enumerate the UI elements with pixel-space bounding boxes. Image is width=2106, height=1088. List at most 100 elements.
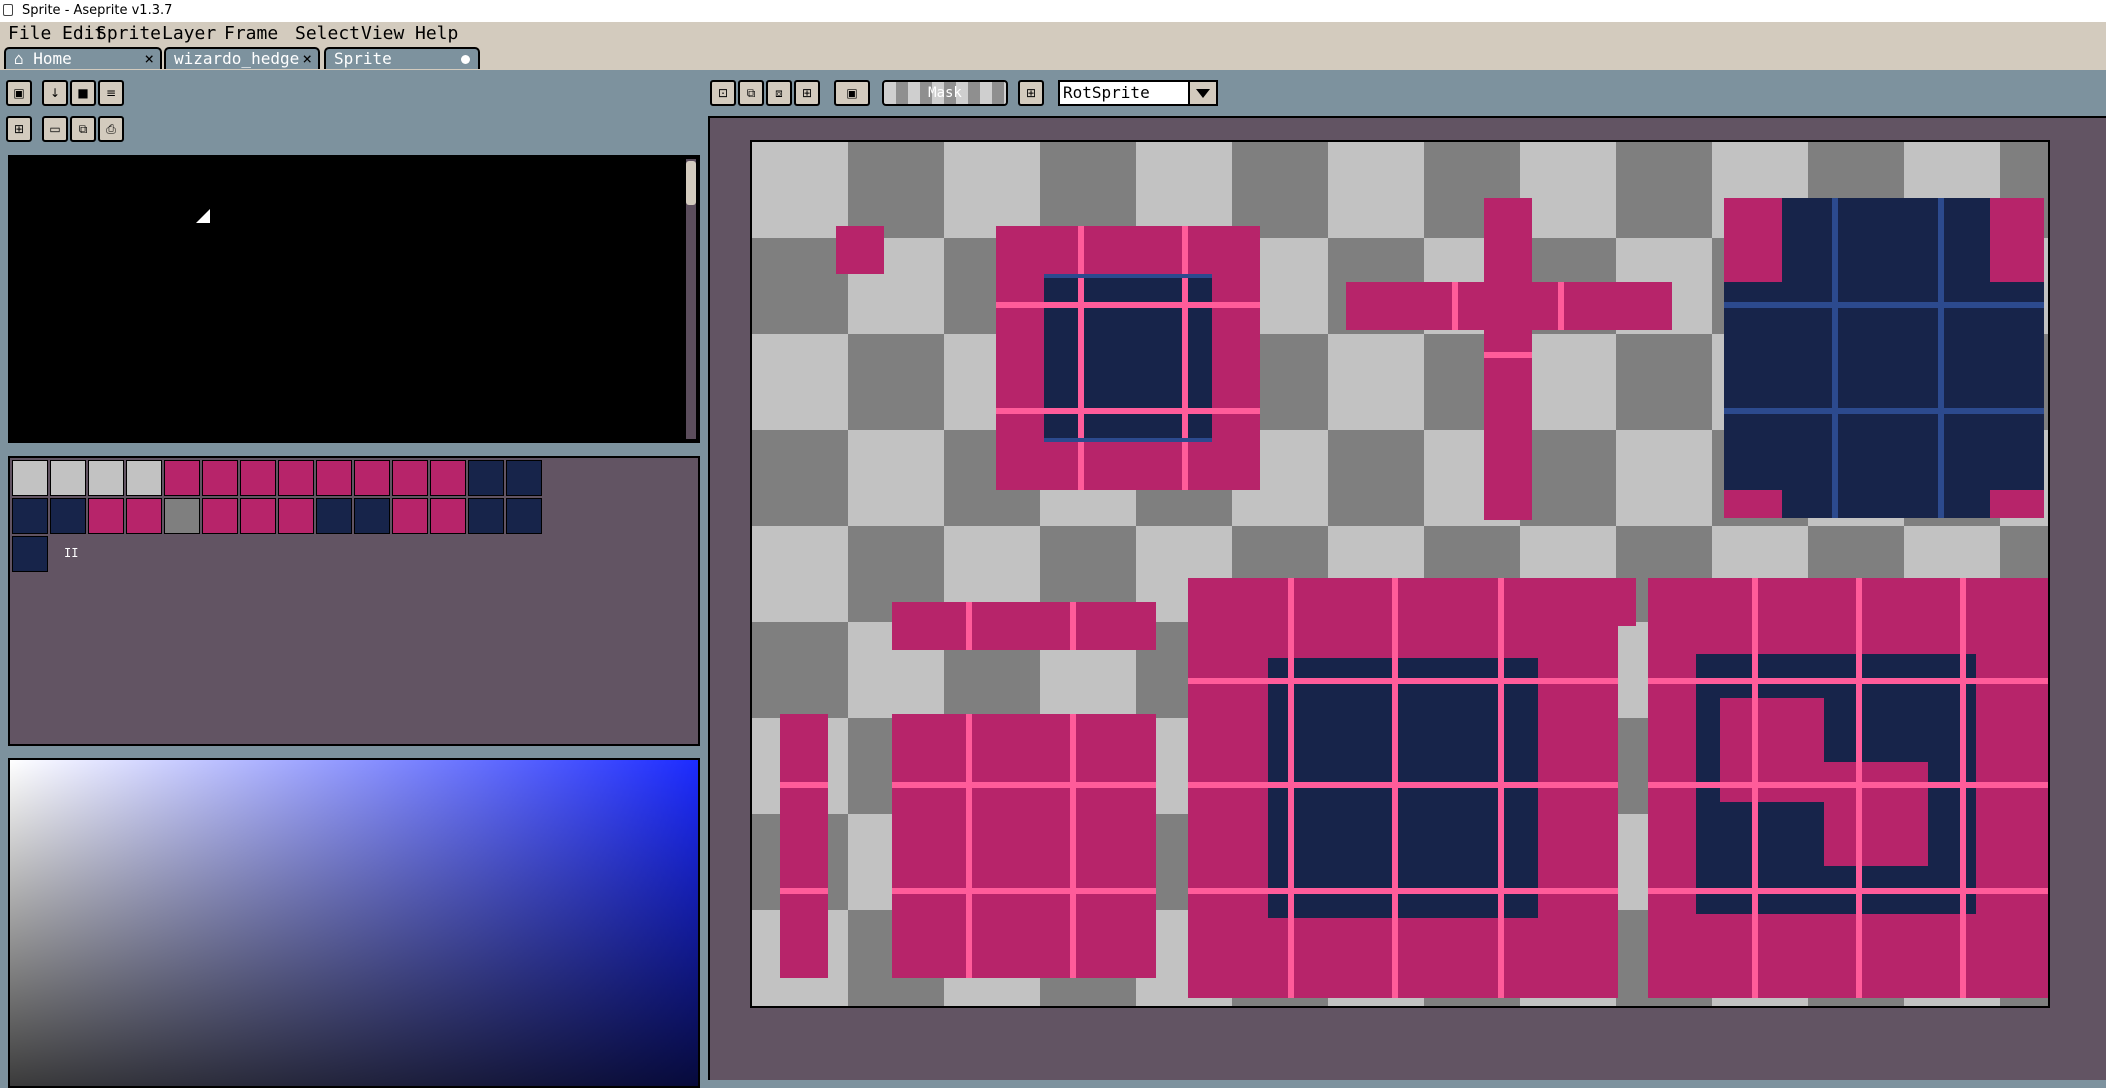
- arrow-down-icon: ↓: [49, 86, 61, 100]
- tileset-tile[interactable]: [468, 498, 504, 534]
- square-button[interactable]: ■: [70, 80, 96, 106]
- pivot-button-2[interactable]: ⧉: [738, 80, 764, 106]
- canvas-pixel-block: [836, 226, 884, 274]
- tileset-tile[interactable]: [468, 460, 504, 496]
- stamp-icon: ⎙: [106, 122, 116, 136]
- tab-sprite-label: Sprite: [334, 49, 392, 68]
- tileset-tile[interactable]: [278, 460, 314, 496]
- tiles-icon: ⧉: [78, 122, 88, 136]
- grid-icon: ⊞: [801, 86, 813, 100]
- tileset-tile[interactable]: [88, 460, 124, 496]
- menu-sprite[interactable]: Sprite: [92, 23, 165, 44]
- tileset-tile[interactable]: [430, 498, 466, 534]
- color-picker-panel[interactable]: [8, 758, 700, 1088]
- title-bar: Sprite - Aseprite v1.3.7: [0, 0, 2106, 22]
- tab-home-label: Home: [33, 49, 72, 68]
- menu-file[interactable]: File: [4, 23, 55, 44]
- canvas-grid-line: [1856, 578, 1862, 998]
- tileset-tile[interactable]: [392, 460, 428, 496]
- grid-icon: ⊞: [1025, 86, 1037, 100]
- pivot-button-4[interactable]: ⊞: [794, 80, 820, 106]
- sprite-canvas[interactable]: [750, 140, 2050, 1008]
- canvas-grid-line: [1044, 438, 1212, 442]
- tab-wizardo-hedge[interactable]: wizardo_hedge ×: [164, 47, 320, 69]
- close-icon[interactable]: ×: [144, 49, 154, 69]
- tileset-tile[interactable]: [240, 460, 276, 496]
- canvas-grid-line: [996, 408, 1260, 414]
- tileset-tile[interactable]: [278, 498, 314, 534]
- draw-tiles-button[interactable]: ⧉: [70, 116, 96, 142]
- tileset-tile[interactable]: [354, 498, 390, 534]
- canvas-grid-line: [1392, 578, 1398, 998]
- window-title: Sprite - Aseprite v1.3.7: [22, 3, 173, 18]
- tileset-tile[interactable]: [506, 460, 542, 496]
- pivot-button-1[interactable]: ⊡: [710, 80, 736, 106]
- canvas-pixel-block: [1484, 198, 1532, 520]
- menu-view[interactable]: View: [357, 23, 408, 44]
- tab-sprite[interactable]: Sprite: [324, 47, 480, 69]
- tileset-tile[interactable]: [202, 460, 238, 496]
- tileset-tile[interactable]: [354, 460, 390, 496]
- tab-wizardo-label: wizardo_hedge: [174, 49, 300, 68]
- transparent-button[interactable]: ▣: [834, 80, 870, 106]
- canvas-grid-line: [892, 782, 1156, 788]
- cursor-triangle-icon: [196, 209, 210, 223]
- tileset-tile[interactable]: [88, 498, 124, 534]
- tileset-tile[interactable]: [316, 460, 352, 496]
- mask-color-button[interactable]: ⊞: [1018, 80, 1044, 106]
- canvas-grid-line: [780, 888, 828, 894]
- tileset-tile[interactable]: [240, 498, 276, 534]
- menu-layer[interactable]: Layer: [158, 23, 220, 44]
- stamp-button[interactable]: ⎙: [98, 116, 124, 142]
- canvas-pixel-block: [892, 602, 1156, 650]
- canvas-grid-line: [892, 888, 1156, 894]
- tileset-tile[interactable]: [392, 498, 428, 534]
- tileset-tile[interactable]: [12, 460, 48, 496]
- rotation-algorithm-select[interactable]: RotSprite: [1058, 80, 1218, 106]
- tile-button[interactable]: ⊞: [6, 116, 32, 142]
- menu-bar: File Edit Sprite Layer Frame Select View…: [0, 22, 2106, 46]
- tileset-tile[interactable]: [506, 498, 542, 534]
- canvas-grid-line: [1078, 226, 1084, 490]
- tileset-tile[interactable]: [202, 498, 238, 534]
- menu-frame[interactable]: Frame: [220, 23, 282, 44]
- tileset-tile[interactable]: [12, 536, 48, 572]
- tileset-tile[interactable]: [126, 498, 162, 534]
- canvas-grid-line: [1188, 678, 1618, 684]
- tileset-tile[interactable]: [164, 460, 200, 496]
- chevron-down-icon[interactable]: [1188, 80, 1218, 106]
- tileset-tile[interactable]: [164, 498, 200, 534]
- grid-icon: ⊞: [13, 122, 25, 136]
- download-button[interactable]: ↓: [42, 80, 68, 106]
- tileset-tile[interactable]: [126, 460, 162, 496]
- mask-button[interactable]: Mask: [882, 80, 1008, 106]
- tileset-tile[interactable]: [50, 498, 86, 534]
- canvas-pixel-block: [1824, 762, 1928, 866]
- tileset-tile[interactable]: [430, 460, 466, 496]
- canvas-grid-line: [780, 782, 828, 788]
- canvas-pixel-block: [1588, 578, 1636, 626]
- scrollbar-thumb[interactable]: [686, 161, 696, 205]
- canvas-grid-line: [1648, 888, 2048, 894]
- tileset-tile[interactable]: [316, 498, 352, 534]
- tab-home[interactable]: ⌂ Home ×: [4, 47, 162, 69]
- menu-help[interactable]: Help: [411, 23, 462, 44]
- selection-icon: ▣: [846, 86, 858, 100]
- tileset-tile[interactable]: [50, 460, 86, 496]
- canvas-grid-line: [966, 602, 972, 650]
- canvas-grid-line: [1044, 274, 1212, 278]
- tileset-tile[interactable]: [12, 498, 48, 534]
- canvas-grid-line: [1832, 198, 1838, 518]
- square-icon: ■: [77, 86, 89, 100]
- canvas-grid-line: [1452, 282, 1458, 330]
- lock-button[interactable]: ▣: [6, 80, 32, 106]
- canvas-grid-line: [1648, 782, 2048, 788]
- menu-select[interactable]: Select: [291, 23, 364, 44]
- pivot-button-3[interactable]: ⧈: [766, 80, 792, 106]
- close-icon[interactable]: ×: [302, 49, 312, 69]
- draw-pixels-button[interactable]: ▭: [42, 116, 68, 142]
- copy-icon: ⧉: [746, 86, 756, 100]
- canvas-grid-line: [966, 714, 972, 978]
- home-icon: ⌂: [14, 49, 34, 68]
- list-button[interactable]: ≡: [98, 80, 124, 106]
